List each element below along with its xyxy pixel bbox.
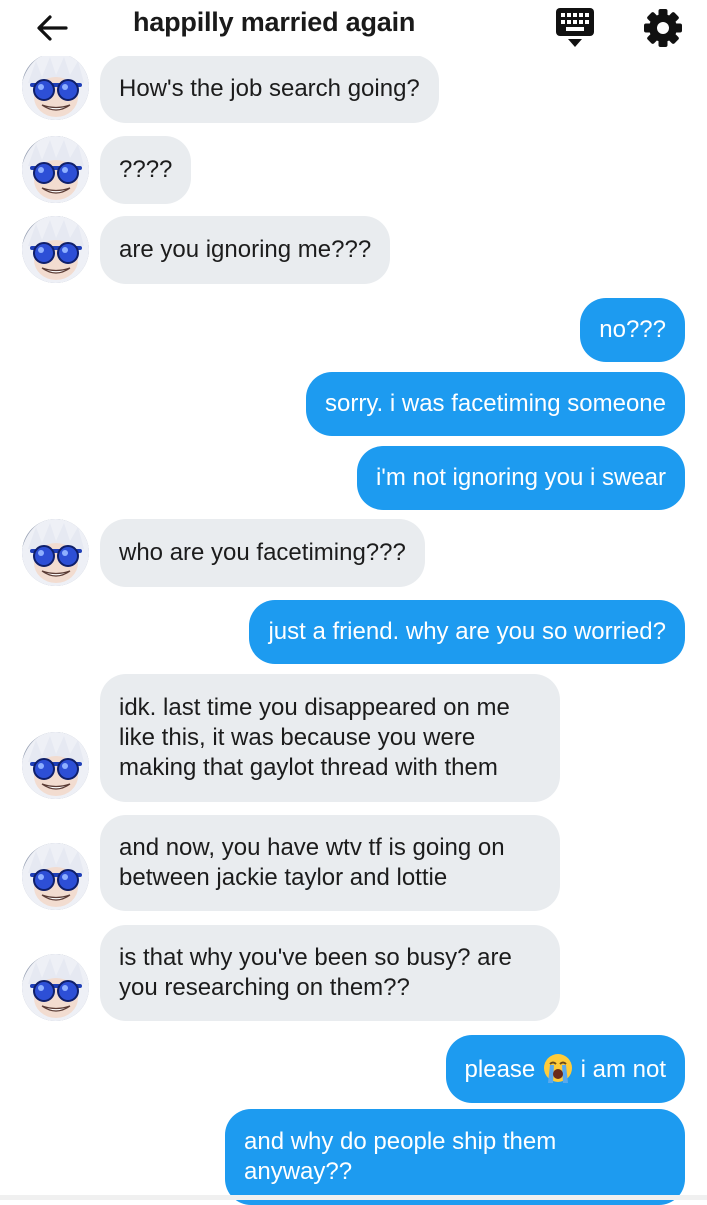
outgoing-message: sorry. i was facetiming someone — [305, 372, 685, 436]
chat-header: happilly married again — [0, 0, 707, 56]
contact-avatar[interactable] — [22, 519, 89, 586]
keyboard-button[interactable] — [553, 6, 597, 50]
incoming-message: idk. last time you disappeared on me lik… — [100, 674, 560, 802]
outgoing-message: and why do people ship them anyway?? — [225, 1109, 685, 1205]
incoming-message: and now, you have wtv tf is going on bet… — [100, 815, 560, 911]
incoming-message: who are you facetiming??? — [100, 519, 425, 587]
back-button[interactable] — [32, 8, 72, 48]
contact-avatar[interactable] — [22, 843, 89, 910]
bottom-divider — [0, 1195, 707, 1200]
contact-avatar[interactable] — [22, 136, 89, 203]
outgoing-message: just a friend. why are you so worried? — [249, 600, 685, 664]
conversation-title: happilly married again — [133, 7, 416, 37]
contact-avatar[interactable] — [22, 954, 89, 1021]
outgoing-message: i'm not ignoring you i swear — [356, 446, 685, 510]
outgoing-message: no??? — [580, 298, 685, 362]
contact-avatar[interactable] — [22, 732, 89, 799]
message-text: please — [464, 1056, 536, 1083]
contact-avatar[interactable] — [22, 216, 89, 283]
settings-button[interactable] — [641, 6, 685, 50]
incoming-message: are you ignoring me??? — [100, 216, 391, 284]
message-text: i am not — [580, 1056, 666, 1083]
outgoing-message: please i am not — [445, 1035, 685, 1103]
incoming-message: How's the job search going? — [100, 55, 439, 123]
gear-icon — [644, 9, 682, 47]
arrow-left-icon — [37, 15, 68, 41]
incoming-message: is that why you've been so busy? are you… — [100, 925, 560, 1021]
contact-avatar[interactable] — [22, 53, 89, 120]
incoming-message: ???? — [100, 136, 192, 204]
keyboard-icon — [556, 8, 594, 47]
loudly-crying-face-emoji — [543, 1054, 572, 1083]
